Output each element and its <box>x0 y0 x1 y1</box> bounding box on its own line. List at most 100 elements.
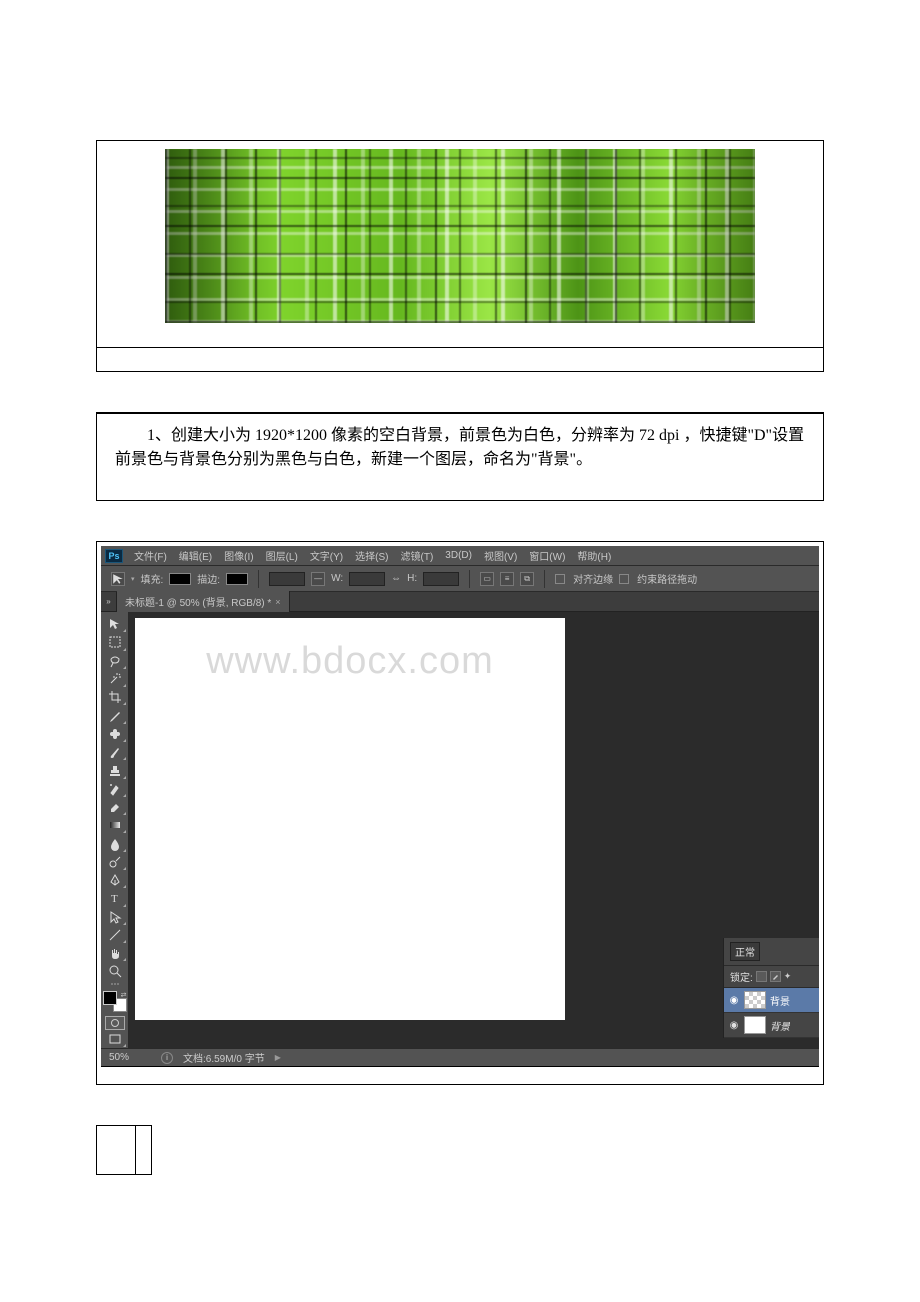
layers-panel: 正常 锁定: ✦ ◉ 背景 <box>723 938 819 1038</box>
visibility-icon[interactable]: ◉ <box>728 1020 740 1031</box>
type-tool-icon[interactable]: T <box>103 889 127 907</box>
history-brush-tool-icon[interactable] <box>103 780 127 798</box>
ps-canvas-area: www.bdocx.com 正常 锁定: ✦ <box>129 612 819 1048</box>
watermark-text: www.bdocx.com <box>135 640 565 683</box>
menu-file[interactable]: 文件(F) <box>129 546 172 565</box>
menu-3d[interactable]: 3D(D) <box>440 548 477 563</box>
opt-fill-label: 填充: <box>141 571 164 586</box>
wand-tool-icon[interactable] <box>103 670 127 688</box>
menu-help[interactable]: 帮助(H) <box>572 546 616 565</box>
opt-stroke-label: 描边: <box>197 571 220 586</box>
marquee-tool-icon[interactable] <box>103 633 127 651</box>
menu-select[interactable]: 选择(S) <box>350 546 393 565</box>
healing-tool-icon[interactable] <box>103 725 127 743</box>
lock-more-icon[interactable]: ✦ <box>784 971 792 982</box>
foreground-swatch[interactable] <box>103 991 117 1005</box>
dodge-tool-icon[interactable] <box>103 853 127 871</box>
opt-height-input[interactable] <box>423 572 459 586</box>
ps-body: T ⇄ www.bdoc <box>101 612 819 1048</box>
ps-tabbar: » 未标题-1 @ 50% (背景, RGB/8) * × <box>101 592 819 612</box>
opt-stroke-width[interactable] <box>269 572 305 586</box>
ps-statusbar: 50% i 文档:6.59M/0 字节 ▶ <box>101 1048 819 1066</box>
small-box-right <box>136 1125 152 1175</box>
status-arrow-icon[interactable]: ▶ <box>275 1053 281 1062</box>
path-align-icon[interactable]: ≡ <box>500 572 514 586</box>
document-tab-title: 未标题-1 @ 50% (背景, RGB/8) * <box>125 594 271 609</box>
pen-tool-icon[interactable] <box>103 871 127 889</box>
path-arrange-icon[interactable]: ⧉ <box>520 572 534 586</box>
instruction-text: 1、创建大小为 1920*1200 像素的空白背景，前景色为白色，分辨率为 72… <box>115 424 805 472</box>
eraser-tool-icon[interactable] <box>103 798 127 816</box>
ps-logo: Ps <box>105 549 123 563</box>
menu-window[interactable]: 窗口(W) <box>524 546 570 565</box>
lasso-tool-icon[interactable] <box>103 652 127 670</box>
status-zoom[interactable]: 50% <box>109 1052 151 1063</box>
layer-name: 背景 <box>770 993 790 1008</box>
separator-icon <box>258 570 259 588</box>
opt-fill-swatch[interactable] <box>169 573 191 585</box>
document-tab[interactable]: 未标题-1 @ 50% (背景, RGB/8) * × <box>117 591 290 612</box>
figure-green-abstract-container <box>96 140 824 348</box>
layers-lock-row: 锁定: ✦ <box>724 966 819 988</box>
opt-h-label: H: <box>407 573 417 584</box>
ps-optionsbar: ▾ 填充: 描边: — W: ⇔ H: ▭ ≡ ⧉ 对齐边缘 <box>101 566 819 592</box>
move-tool-icon[interactable] <box>103 615 127 633</box>
path-combine-icon[interactable]: ▭ <box>480 572 494 586</box>
opt-width-input[interactable] <box>349 572 385 586</box>
checkbox-align-edges[interactable] <box>555 574 565 584</box>
layer-row-active[interactable]: ◉ 背景 <box>724 988 819 1013</box>
screenmode-icon[interactable] <box>103 1030 127 1048</box>
separator-icon <box>544 570 545 588</box>
ps-empty-row <box>101 1066 819 1080</box>
eyedropper-tool-icon[interactable] <box>103 706 127 724</box>
quickmask-icon[interactable] <box>105 1016 125 1030</box>
lock-label: 锁定: <box>730 969 753 984</box>
layer-thumb-icon <box>744 1016 766 1034</box>
gradient-tool-icon[interactable] <box>103 816 127 834</box>
menu-type[interactable]: 文字(Y) <box>305 546 348 565</box>
visibility-icon[interactable]: ◉ <box>728 995 740 1006</box>
stamp-tool-icon[interactable] <box>103 761 127 779</box>
ps-canvas[interactable]: www.bdocx.com <box>135 618 565 1020</box>
menu-edit[interactable]: 编辑(E) <box>174 546 217 565</box>
small-boxes <box>96 1125 920 1175</box>
menu-image[interactable]: 图像(I) <box>219 546 258 565</box>
checkbox-constrain-path[interactable] <box>619 574 629 584</box>
layers-blend-row: 正常 <box>724 938 819 966</box>
crop-tool-icon[interactable] <box>103 688 127 706</box>
hand-tool-icon[interactable] <box>103 944 127 962</box>
blur-tool-icon[interactable] <box>103 834 127 852</box>
small-box-left <box>96 1125 136 1175</box>
photoshop-window: Ps 文件(F) 编辑(E) 图像(I) 图层(L) 文字(Y) 选择(S) 滤… <box>101 546 819 1066</box>
link-icon[interactable]: ⇔ <box>391 573 401 584</box>
menu-layer[interactable]: 图层(L) <box>261 546 303 565</box>
lock-paint-icon[interactable] <box>770 971 781 982</box>
separator-icon <box>469 570 470 588</box>
toolbar-divider-icon <box>103 981 127 987</box>
menu-view[interactable]: 视图(V) <box>479 546 522 565</box>
opt-stroke-style-icon[interactable]: — <box>311 572 325 586</box>
menu-filter[interactable]: 滤镜(T) <box>396 546 439 565</box>
brush-tool-icon[interactable] <box>103 743 127 761</box>
opt-constrain-path-label: 约束路径拖动 <box>637 571 697 586</box>
opt-stroke-swatch[interactable] <box>226 573 248 585</box>
ps-toolbar: T ⇄ <box>101 612 129 1048</box>
status-info-icon[interactable]: i <box>161 1052 173 1064</box>
color-swatches[interactable]: ⇄ <box>103 991 127 1012</box>
opt-triangle-icon: ▾ <box>131 575 135 583</box>
figure-green-abstract <box>165 149 755 323</box>
opt-w-label: W: <box>331 573 343 584</box>
opt-align-edges-label: 对齐边缘 <box>573 571 613 586</box>
ruler-corner-icon: » <box>101 592 117 612</box>
path-select-tool-icon[interactable] <box>103 908 127 926</box>
lock-transparency-icon[interactable] <box>756 971 767 982</box>
layer-row[interactable]: ◉ 背景 <box>724 1013 819 1038</box>
blend-mode-select[interactable]: 正常 <box>730 942 760 961</box>
path-select-icon[interactable] <box>111 572 125 586</box>
svg-text:T: T <box>111 893 118 905</box>
instruction-box: 1、创建大小为 1920*1200 像素的空白背景，前景色为白色，分辨率为 72… <box>96 412 824 501</box>
line-tool-icon[interactable] <box>103 926 127 944</box>
status-doc: 文档:6.59M/0 字节 <box>183 1050 265 1065</box>
close-icon[interactable]: × <box>275 597 280 607</box>
figure-empty-row <box>96 348 824 372</box>
